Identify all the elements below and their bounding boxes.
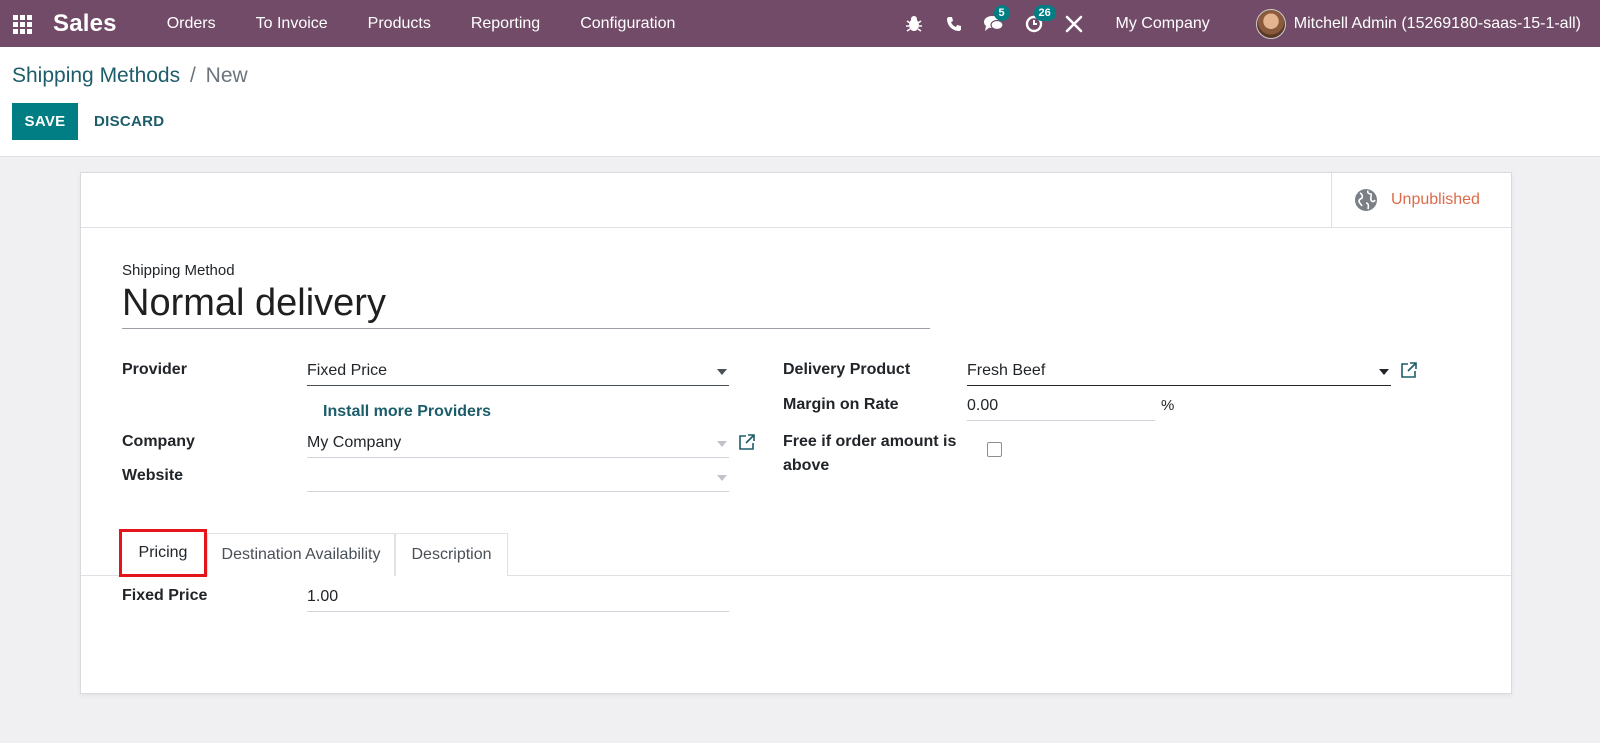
apps-menu-icon[interactable]: [13, 14, 35, 34]
menu-configuration[interactable]: Configuration: [560, 15, 695, 33]
shipping-method-label: Shipping Method: [122, 262, 235, 279]
margin-on-rate-input[interactable]: 0.00: [967, 394, 1155, 421]
chevron-down-icon: [717, 441, 727, 447]
company-select[interactable]: My Company: [307, 431, 729, 458]
free-if-above-label: Free if order amount is above: [783, 430, 956, 478]
menu-reporting[interactable]: Reporting: [451, 15, 560, 33]
breadcrumb-current: New: [205, 64, 248, 87]
activity-clock-icon[interactable]: 26: [1024, 4, 1056, 34]
chat-icon[interactable]: 5: [983, 4, 1010, 34]
free-if-above-checkbox[interactable]: [987, 442, 1002, 457]
fixed-price-label: Fixed Price: [122, 587, 208, 604]
tab-description[interactable]: Description: [395, 533, 508, 576]
fixed-price-input[interactable]: 1.00: [307, 585, 729, 612]
app-name[interactable]: Sales: [53, 10, 117, 38]
user-avatar[interactable]: [1255, 8, 1286, 39]
bug-icon[interactable]: [904, 14, 924, 34]
chevron-down-icon: [717, 369, 727, 375]
discard-button[interactable]: DISCARD: [94, 103, 164, 140]
activities-badge: 26: [1033, 4, 1056, 21]
top-navbar: Sales Orders To Invoice Products Reporti…: [0, 0, 1600, 47]
website-select[interactable]: [307, 465, 729, 492]
tools-icon[interactable]: [1064, 14, 1084, 34]
provider-value: Fixed Price: [307, 362, 388, 379]
external-link-icon[interactable]: [738, 433, 756, 451]
company-switcher[interactable]: My Company: [1116, 15, 1210, 33]
button-box: Unpublished: [81, 173, 1511, 228]
company-label: Company: [122, 433, 195, 450]
publish-toggle-button[interactable]: Unpublished: [1331, 173, 1511, 227]
percent-unit: %: [1161, 397, 1175, 414]
provider-label: Provider: [122, 361, 187, 378]
chevron-down-icon: [717, 475, 727, 481]
delivery-product-label: Delivery Product: [783, 361, 911, 378]
phone-icon[interactable]: [944, 14, 964, 34]
breadcrumb-separator: /: [189, 64, 196, 87]
tab-pricing[interactable]: Pricing: [119, 529, 207, 577]
delivery-product-value: Fresh Beef: [967, 362, 1046, 379]
breadcrumb-parent[interactable]: Shipping Methods: [12, 64, 180, 87]
delivery-product-select[interactable]: Fresh Beef: [967, 359, 1391, 386]
margin-on-rate-label: Margin on Rate: [783, 396, 899, 413]
shipping-method-name-input[interactable]: Normal delivery: [122, 281, 930, 329]
provider-select[interactable]: Fixed Price: [307, 359, 729, 386]
external-link-icon[interactable]: [1400, 361, 1418, 379]
menu-to-invoice[interactable]: To Invoice: [236, 15, 348, 33]
free-if-above-label-line2: above: [783, 457, 830, 474]
menu-products[interactable]: Products: [348, 15, 451, 33]
chevron-down-icon: [1379, 369, 1389, 375]
user-menu[interactable]: Mitchell Admin (15269180-saas-15-1-all): [1294, 15, 1581, 33]
unpublished-status: Unpublished: [1391, 191, 1480, 208]
install-more-providers-link[interactable]: Install more Providers: [323, 403, 491, 421]
globe-icon: [1355, 189, 1377, 211]
free-if-above-label-line1: Free if order amount is: [783, 433, 957, 450]
tab-destination-availability[interactable]: Destination Availability: [207, 533, 395, 576]
website-label: Website: [122, 467, 184, 484]
form-sheet: Unpublished Shipping Method Normal deliv…: [80, 172, 1512, 694]
company-value: My Company: [307, 434, 402, 451]
menu-orders[interactable]: Orders: [147, 15, 236, 33]
save-button[interactable]: SAVE: [12, 103, 78, 140]
breadcrumb: Shipping Methods / New: [12, 64, 248, 88]
messages-badge: 5: [993, 4, 1010, 21]
control-panel: Shipping Methods / New SAVE DISCARD: [0, 47, 1600, 157]
